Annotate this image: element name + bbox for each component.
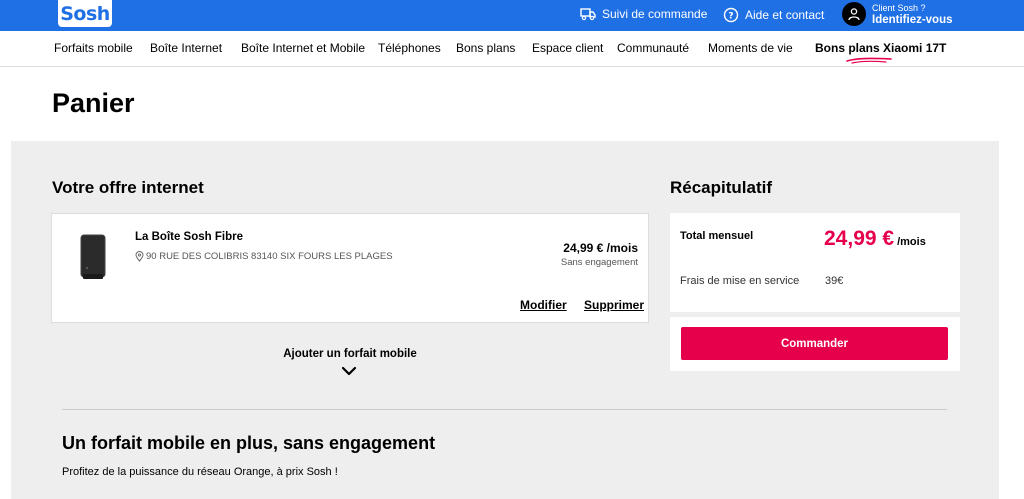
nav-bons-plans-xiaomi[interactable]: Bons plans Xiaomi 17T [815,41,946,55]
svg-text:?: ? [728,12,733,22]
setup-fees-label: Frais de mise en service [680,275,800,287]
account-prompt: Client Sosh ? [872,3,926,13]
help-contact-label: Aide et contact [745,8,825,22]
nav-boite-internet-mobile[interactable]: Boîte Internet et Mobile [241,41,365,55]
offer-address: 90 RUE DES COLIBRIS 83140 SIX FOURS LES … [135,251,393,262]
delete-link[interactable]: Supprimer [584,298,644,312]
modify-link[interactable]: Modifier [520,298,567,312]
page-title: Panier [52,88,135,118]
recap-box: Total mensuel 24,99 € /mois Frais de mis… [670,213,960,312]
add-mobile-plan-toggle[interactable]: Ajouter un forfait mobile [260,348,440,360]
monthly-total-price: 24,99 € /mois [824,227,926,251]
order-box: Commander [670,317,960,371]
help-contact-link[interactable]: ? Aide et contact [723,7,824,23]
highlight-squiggle [846,57,892,64]
offer-engagement: Sans engagement [560,257,638,268]
nav-communaute[interactable]: Communauté [617,41,689,55]
livebox-device-icon [80,234,106,279]
offer-name: La Boîte Sosh Fibre [135,231,243,243]
location-pin-icon [135,251,144,262]
login-label: Identifiez-vous [872,14,953,26]
nav-bons-plans[interactable]: Bons plans [456,41,515,55]
top-bar: Sosh Suivi de commande ? Aide et contact… [0,0,1024,31]
promo-subtitle: Profitez de la puissance du réseau Orang… [62,466,338,478]
monthly-total-period: /mois [897,236,926,248]
order-button[interactable]: Commander [681,327,948,360]
offer-price: 24,99 € /mois [563,241,638,255]
user-icon [842,2,866,26]
chevron-down-icon[interactable] [341,366,357,376]
nav-espace-client[interactable]: Espace client [532,41,603,55]
help-bubble-icon: ? [723,7,739,23]
offer-section-title: Votre offre internet [52,178,204,197]
nav-forfaits-mobile[interactable]: Forfaits mobile [54,41,133,55]
sosh-logo[interactable]: Sosh [58,0,112,27]
monthly-total-value: 24,99 € [824,227,895,250]
offer-address-text: 90 RUE DES COLIBRIS 83140 SIX FOURS LES … [146,251,393,262]
order-tracking-label: Suivi de commande [602,7,708,21]
setup-fees-value: 39€ [825,275,844,287]
nav-telephones[interactable]: Téléphones [378,41,441,55]
order-tracking-link[interactable]: Suivi de commande [580,7,707,21]
offer-card: La Boîte Sosh Fibre 90 RUE DES COLIBRIS … [51,213,649,323]
recap-section-title: Récapitulatif [670,178,773,197]
nav-moments-de-vie[interactable]: Moments de vie [708,41,793,55]
section-divider [62,409,947,410]
logo-text: Sosh [60,2,110,25]
account-login[interactable]: Client Sosh ? Identifiez-vous [842,2,953,26]
monthly-total-label: Total mensuel [680,230,754,242]
promo-title: Un forfait mobile en plus, sans engageme… [62,433,436,453]
truck-icon [580,8,596,21]
nav-boite-internet[interactable]: Boîte Internet [150,41,222,55]
